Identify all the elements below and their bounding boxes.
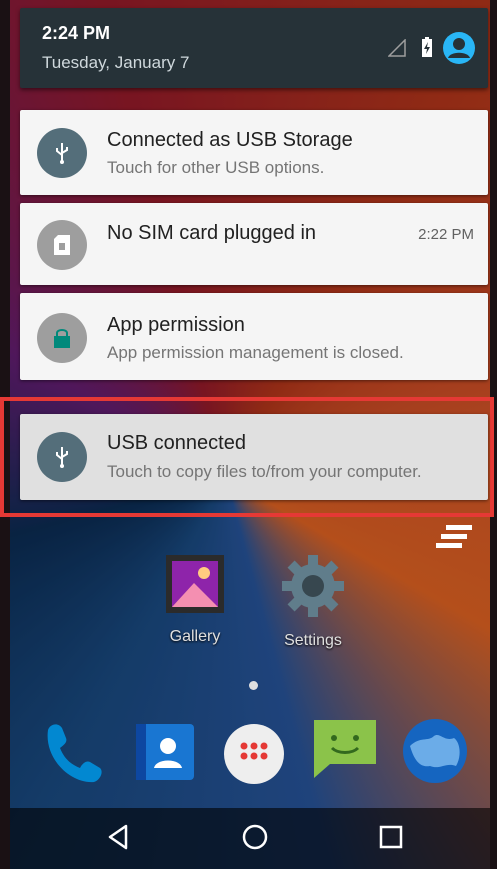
notification-title: App permission [107,314,245,336]
lock-icon [37,313,87,363]
date: Tuesday, January 7 [42,53,190,72]
app-settings[interactable]: Settings [275,553,351,650]
notification-title: Connected as USB Storage [107,129,353,151]
app-drawer-icon[interactable] [222,722,286,786]
usb-icon [37,432,87,482]
notification-subtitle: Touch for other USB options. [107,158,325,177]
notification-usb-storage[interactable]: Connected as USB Storage Touch for other… [20,110,488,195]
notification-usb-connected[interactable]: USB connected Touch to copy files to/fro… [20,414,488,500]
home-icon[interactable] [240,822,270,852]
notification-title: USB connected [107,432,246,454]
sim-card-icon [37,220,87,270]
notification-subtitle: Touch to copy files to/from your compute… [107,462,422,481]
clear-all-icon[interactable] [436,525,474,549]
signal-icon [388,39,406,57]
app-gallery[interactable]: Gallery [160,553,230,646]
notification-app-permission[interactable]: App permission App permission management… [20,293,488,380]
notification-title: No SIM card plugged in [107,222,317,244]
recents-icon[interactable] [376,822,406,852]
app-label: Gallery [169,628,221,645]
usb-icon [37,128,87,178]
contacts-icon[interactable] [132,720,198,784]
notification-subtitle: App permission management is closed. [107,343,404,362]
clock: 2:24 PM [42,23,111,43]
back-icon[interactable] [104,822,134,852]
account-icon[interactable] [442,31,476,65]
notification-no-sim[interactable]: No SIM card plugged in 2:22 PM [20,203,488,285]
settings-icon [282,555,344,617]
notification-time: 2:22 PM [418,226,474,243]
browser-icon[interactable] [400,716,470,786]
quick-settings-header[interactable]: 2:24 PM Tuesday, January 7 [20,8,488,88]
messaging-icon[interactable] [310,716,380,782]
battery-charging-icon [422,37,432,57]
gallery-icon [166,555,224,613]
app-label: Settings [284,632,342,649]
phone-icon[interactable] [38,718,108,788]
page-indicator [249,681,258,690]
